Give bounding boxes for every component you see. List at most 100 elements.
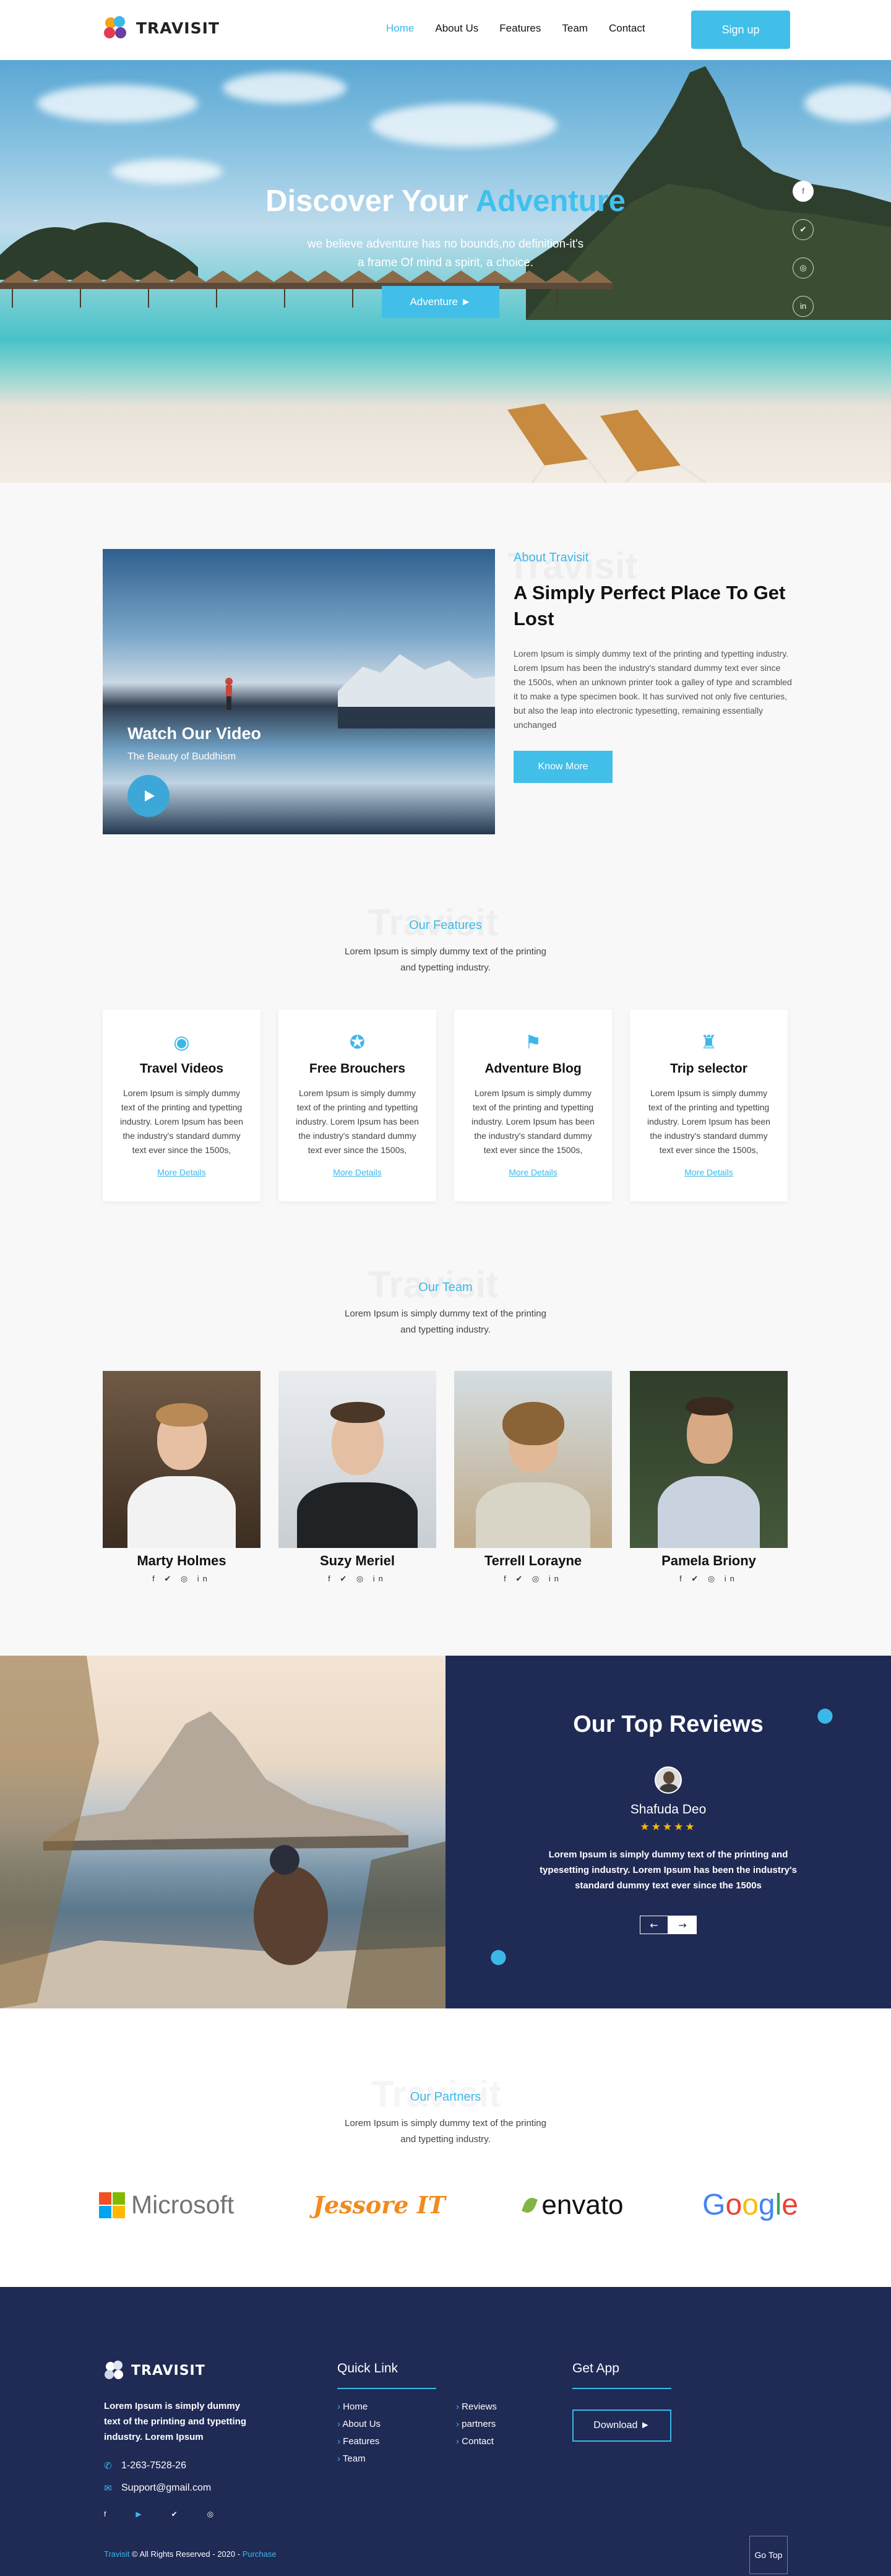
footer-link-partners[interactable]: partners bbox=[456, 2416, 497, 2433]
twitter-icon[interactable]: ✔ bbox=[171, 2510, 178, 2518]
feature-title: Trip selector bbox=[670, 1061, 747, 1076]
copyright: Travisit © All Rights Reserved - 2020 - … bbox=[104, 2549, 277, 2559]
hero-cloud bbox=[223, 72, 346, 103]
logo-mark-icon bbox=[103, 15, 134, 41]
feature-card: ♜ Trip selector Lorem Ipsum is simply du… bbox=[630, 1009, 788, 1201]
facebook-icon[interactable]: f bbox=[104, 2510, 106, 2518]
castle-icon: ♜ bbox=[700, 1032, 717, 1053]
team-member-card: Marty Holmes f ✔ ◎ in bbox=[103, 1371, 260, 1584]
play-video-button[interactable] bbox=[127, 775, 170, 817]
partners-kicker: Our Partners bbox=[410, 2090, 481, 2104]
video-title: Watch Our Video bbox=[127, 724, 262, 743]
more-details-link[interactable]: More Details bbox=[454, 1167, 612, 1177]
team-desc: Lorem Ipsum is simply dummy text of the … bbox=[0, 1306, 891, 1338]
video-card[interactable]: Watch Our Video The Beauty of Buddhism bbox=[103, 549, 495, 834]
know-more-button[interactable]: Know More bbox=[514, 751, 613, 783]
hero-cloud bbox=[111, 159, 223, 184]
member-social-links[interactable]: f ✔ ◎ in bbox=[103, 1574, 260, 1584]
member-social-links[interactable]: f ✔ ◎ in bbox=[454, 1574, 612, 1584]
quick-link-underline bbox=[337, 2388, 436, 2389]
top-navbar: TRAVISIT Home About Us Features Team Con… bbox=[0, 0, 891, 60]
footer-link-home[interactable]: Home bbox=[337, 2398, 381, 2416]
twitter-icon[interactable]: ✔ bbox=[793, 219, 814, 240]
footer-phone[interactable]: ✆ 1-263-7528-26 bbox=[104, 2460, 186, 2471]
member-name: Marty Holmes bbox=[137, 1553, 226, 1568]
facebook-icon[interactable]: f bbox=[793, 181, 814, 202]
footer-link-reviews[interactable]: Reviews bbox=[456, 2398, 497, 2416]
site-footer: TRAVISIT Lorem Ipsum is simply dummy tex… bbox=[0, 2287, 891, 2576]
feature-card: ⚑ Adventure Blog Lorem Ipsum is simply d… bbox=[454, 1009, 612, 1201]
features-desc-line: Lorem Ipsum is simply dummy text of the … bbox=[345, 946, 546, 957]
member-name: Suzy Meriel bbox=[319, 1553, 395, 1568]
hero-cloud bbox=[37, 85, 198, 122]
about-body: Lorem Ipsum is simply dummy text of the … bbox=[514, 649, 792, 730]
go-top-button[interactable]: Go Top bbox=[749, 2536, 788, 2574]
member-photo bbox=[630, 1371, 788, 1548]
footer-link-features[interactable]: Features bbox=[337, 2433, 381, 2450]
phone-icon: ✆ bbox=[104, 2461, 112, 2471]
camera-icon: ◉ bbox=[173, 1032, 190, 1053]
footer-link-contact[interactable]: Contact bbox=[456, 2433, 497, 2450]
brand-logo[interactable]: TRAVISIT bbox=[103, 15, 220, 41]
hero-section: Discover Your Adventure we believe adven… bbox=[0, 60, 891, 483]
team-member-card: Suzy Meriel f ✔ ◎ in bbox=[278, 1371, 436, 1584]
more-details-link[interactable]: More Details bbox=[278, 1167, 436, 1177]
download-button[interactable]: Download ► bbox=[572, 2410, 671, 2442]
microsoft-logo[interactable]: Microsoft bbox=[99, 2190, 234, 2219]
quick-links-col1: Home About Us Features Team bbox=[337, 2398, 381, 2468]
features-section: Travisit Our Features Lorem Ipsum is sim… bbox=[0, 854, 891, 1210]
jessore-it-logo[interactable]: Jessore IT bbox=[313, 2191, 446, 2219]
google-logo-text: Google bbox=[702, 2189, 798, 2221]
review-text: Lorem Ipsum is simply dummy text of the … bbox=[540, 1849, 797, 1891]
youtube-icon[interactable]: ▶ bbox=[136, 2510, 141, 2518]
quick-links-col2: Reviews partners Contact bbox=[456, 2398, 497, 2450]
hero-subtitle-line: we believe adventure has no bounds,no de… bbox=[307, 238, 584, 251]
footer-link-about-us[interactable]: About Us bbox=[337, 2416, 381, 2433]
about-kicker: About Travisit bbox=[514, 551, 589, 564]
footer-logo-mark-icon bbox=[104, 2360, 129, 2381]
member-social-links[interactable]: f ✔ ◎ in bbox=[278, 1574, 436, 1584]
adventure-button[interactable]: Adventure ► bbox=[382, 286, 499, 318]
reviews-photo bbox=[0, 1656, 446, 2008]
partners-header: Our Partners Lorem Ipsum is simply dummy… bbox=[0, 2090, 891, 2148]
location-pin-icon: ⬤ bbox=[490, 1948, 507, 1965]
reviews-panel: ⬤ ⬤ Our Top Reviews Shafuda Deo ★★★★★ Lo… bbox=[446, 1656, 891, 2008]
previous-review-button[interactable]: ← bbox=[640, 1916, 668, 1934]
nav-features[interactable]: Features bbox=[499, 22, 541, 35]
instagram-icon[interactable]: ◎ bbox=[793, 257, 814, 279]
team-desc-line: Lorem Ipsum is simply dummy text of the … bbox=[345, 1308, 546, 1319]
footer-link-team[interactable]: Team bbox=[337, 2450, 381, 2468]
feature-text: Lorem Ipsum is simply dummy text of the … bbox=[647, 1088, 770, 1155]
more-details-link[interactable]: More Details bbox=[103, 1167, 260, 1177]
more-details-link[interactable]: More Details bbox=[630, 1167, 788, 1177]
feature-grid: ◉ Travel Videos Lorem Ipsum is simply du… bbox=[103, 1009, 788, 1201]
features-desc-line: and typetting industry. bbox=[400, 962, 491, 973]
google-logo[interactable]: Google bbox=[702, 2188, 798, 2222]
nav-team[interactable]: Team bbox=[562, 22, 588, 35]
main-menu: Home About Us Features Team Contact bbox=[386, 22, 666, 35]
footer-email[interactable]: ✉ Support@gmail.com bbox=[104, 2483, 211, 2494]
email-icon: ✉ bbox=[104, 2483, 112, 2494]
compass-icon: ✪ bbox=[349, 1032, 366, 1053]
instagram-icon[interactable]: ◎ bbox=[207, 2510, 213, 2518]
signup-button[interactable]: Sign up bbox=[691, 11, 790, 49]
nav-home[interactable]: Home bbox=[386, 22, 414, 35]
member-social-links[interactable]: f ✔ ◎ in bbox=[630, 1574, 788, 1584]
footer-logo[interactable]: TRAVISIT bbox=[104, 2360, 205, 2381]
about-title: A Simply Perfect Place To Get Lost bbox=[514, 582, 786, 629]
nav-about-us[interactable]: About Us bbox=[435, 22, 478, 35]
member-photo bbox=[454, 1371, 612, 1548]
reviewer-avatar bbox=[655, 1766, 682, 1794]
linkedin-icon[interactable]: in bbox=[793, 296, 814, 317]
copyright-brand[interactable]: Travisit bbox=[104, 2549, 129, 2559]
feature-title: Adventure Blog bbox=[484, 1061, 582, 1076]
feature-text: Lorem Ipsum is simply dummy text of the … bbox=[471, 1088, 595, 1155]
footer-email-text: Support@gmail.com bbox=[121, 2483, 212, 2493]
purchase-link[interactable]: Purchase bbox=[243, 2549, 277, 2559]
envato-logo[interactable]: envato bbox=[522, 2190, 624, 2221]
nav-contact[interactable]: Contact bbox=[609, 22, 645, 35]
feature-card: ✪ Free Brouchers Lorem Ipsum is simply d… bbox=[278, 1009, 436, 1201]
reviewer-name: Shafuda Deo bbox=[630, 1802, 707, 1817]
next-review-button[interactable]: → bbox=[668, 1916, 697, 1934]
mountain-flag-icon: ⚑ bbox=[525, 1032, 541, 1053]
